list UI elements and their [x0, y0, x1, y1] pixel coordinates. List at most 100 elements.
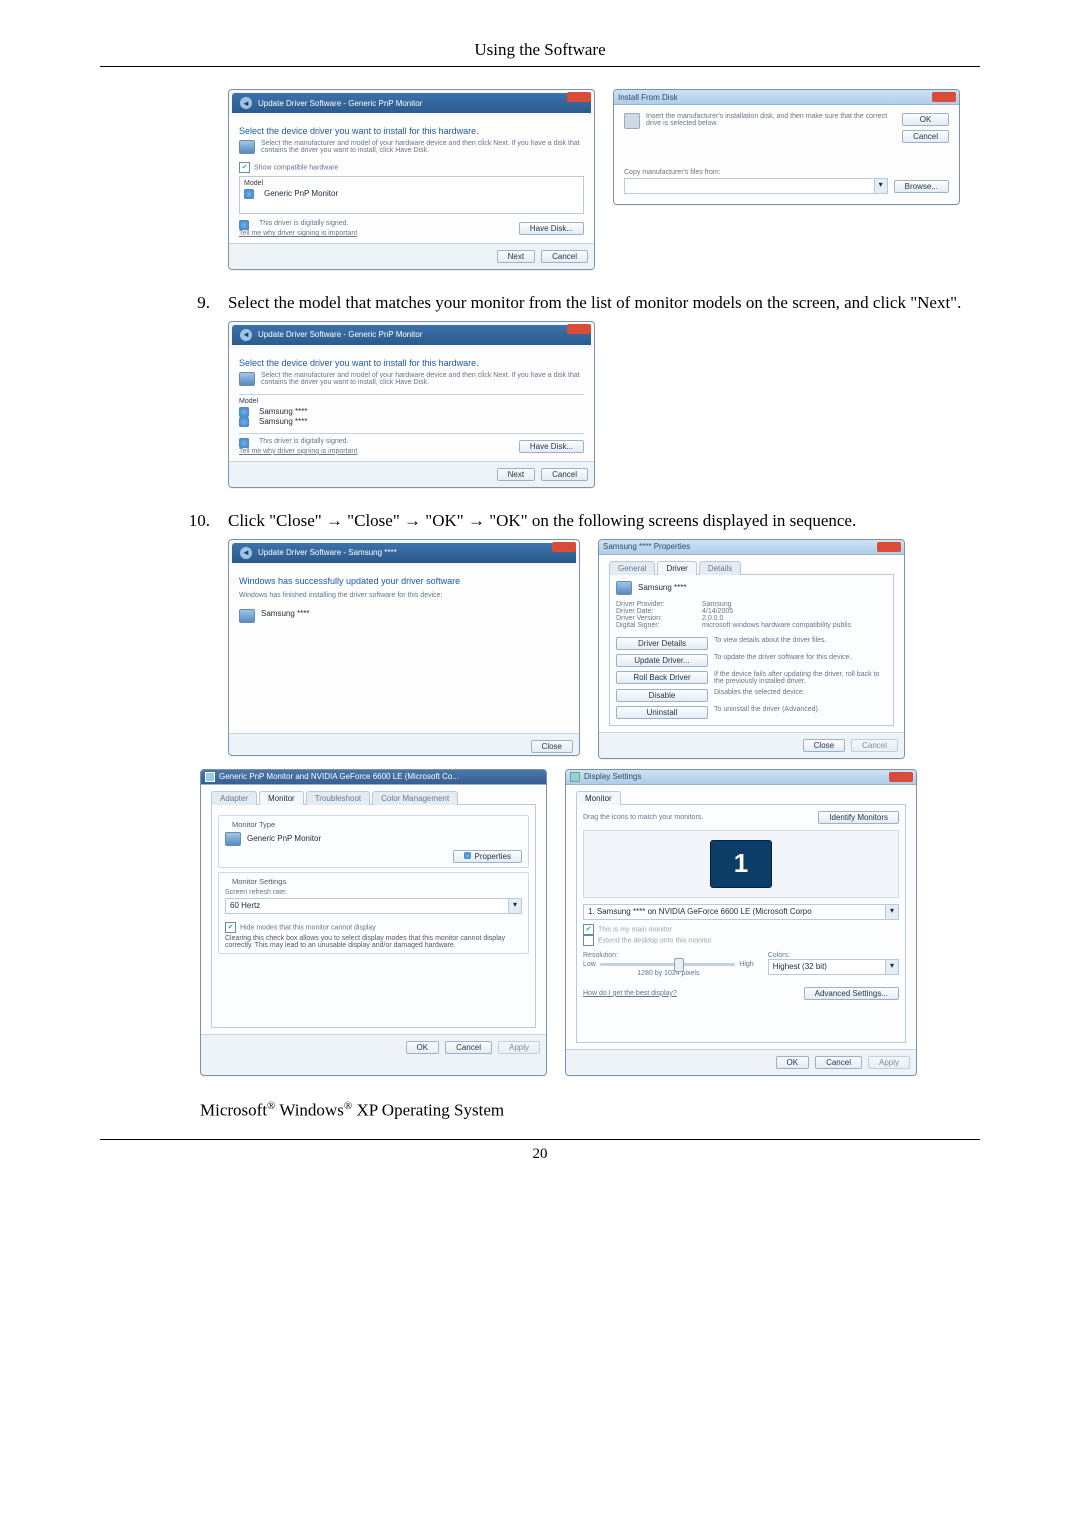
close-icon[interactable]: [567, 324, 591, 334]
val-provider: Samsung: [702, 601, 732, 608]
shield-icon: [239, 220, 249, 230]
close-icon[interactable]: [889, 772, 913, 782]
dropdown-icon[interactable]: ▾: [886, 959, 899, 975]
res-low: Low: [583, 961, 596, 968]
uninstall-desc: To uninstall the driver (Advanced).: [714, 706, 887, 713]
lbl-version: Driver Version:: [616, 615, 696, 622]
device-name: Samsung ****: [638, 583, 686, 592]
monitor-name: Generic PnP Monitor: [247, 834, 321, 843]
model-item[interactable]: Samsung ****: [259, 417, 307, 426]
step-text: Select the model that matches your monit…: [228, 292, 980, 315]
ok-button[interactable]: OK: [776, 1056, 810, 1069]
hide-modes-checkbox[interactable]: [225, 922, 236, 933]
section-title: Select the device driver you want to ins…: [239, 126, 584, 136]
tab-general[interactable]: General: [609, 561, 655, 575]
disable-desc: Disables the selected device.: [714, 689, 887, 696]
next-button[interactable]: Next: [497, 468, 535, 481]
properties-button[interactable]: Properties: [453, 850, 522, 863]
disk-icon: [624, 113, 640, 129]
close-icon[interactable]: [932, 92, 956, 102]
ok-button[interactable]: OK: [406, 1041, 440, 1054]
main-monitor-checkbox: [583, 924, 594, 935]
shield-icon: [244, 189, 254, 199]
driver-details-button[interactable]: Driver Details: [616, 637, 708, 650]
monitor-icon: [616, 581, 632, 595]
shield-icon: [239, 438, 249, 448]
identify-monitors-button[interactable]: Identify Monitors: [818, 811, 899, 824]
monitor-icon-1[interactable]: 1: [710, 840, 772, 888]
page-header: Using the Software: [100, 40, 980, 60]
titlebar: Generic PnP Monitor and NVIDIA GeForce 6…: [201, 770, 546, 785]
lbl-refresh: Screen refresh rate:: [225, 889, 522, 896]
refresh-rate-select[interactable]: 60 Hertz: [225, 898, 509, 914]
lbl-resolution: Resolution:: [583, 952, 754, 959]
extend-desktop-checkbox: [583, 935, 594, 946]
close-button[interactable]: Close: [531, 740, 573, 753]
why-signing-link[interactable]: Tell me why driver signing is important: [239, 448, 357, 455]
model-item[interactable]: Samsung ****: [259, 407, 307, 416]
main-monitor-label: This is my main monitor: [598, 926, 672, 933]
have-disk-button[interactable]: Have Disk...: [519, 222, 584, 235]
model-item[interactable]: Generic PnP Monitor: [264, 189, 338, 198]
close-icon[interactable]: [877, 542, 901, 552]
page-number: 20: [100, 1146, 980, 1163]
copy-path-input[interactable]: [624, 178, 875, 194]
advanced-settings-button[interactable]: Advanced Settings...: [804, 987, 899, 1000]
back-icon[interactable]: ◄: [240, 329, 252, 341]
step-text: Click "Close" → "Close" → "OK" → "OK" on…: [228, 510, 980, 533]
dropdown-icon[interactable]: ▾: [886, 904, 899, 920]
tab-monitor[interactable]: Monitor: [576, 791, 621, 805]
cancel-button[interactable]: Cancel: [541, 468, 588, 481]
os-heading: Microsoft® Windows® XP Operating System: [200, 1100, 980, 1121]
have-disk-button[interactable]: Have Disk...: [519, 440, 584, 453]
why-signing-link[interactable]: Tell me why driver signing is important: [239, 230, 357, 237]
tab-adapter[interactable]: Adapter: [211, 791, 257, 805]
titlebar: Display Settings: [566, 770, 916, 785]
hint-text: Insert the manufacturer's installation d…: [646, 113, 896, 127]
shield-icon: [464, 852, 471, 859]
win-update-success: ◄ Update Driver Software - Samsung **** …: [228, 539, 580, 756]
breadcrumb: Update Driver Software - Samsung ****: [258, 548, 397, 557]
dropdown-icon[interactable]: ▾: [509, 898, 522, 914]
tab-driver[interactable]: Driver: [657, 561, 696, 575]
group-monitor-settings: Monitor Settings: [229, 877, 289, 886]
uninstall-button[interactable]: Uninstall: [616, 706, 708, 719]
ok-button[interactable]: OK: [902, 113, 949, 126]
update-driver-button[interactable]: Update Driver...: [616, 654, 708, 667]
close-icon[interactable]: [552, 542, 576, 552]
tab-monitor[interactable]: Monitor: [259, 791, 304, 805]
dropdown-icon[interactable]: ▾: [875, 178, 888, 194]
lbl-colors: Colors:: [768, 952, 899, 959]
show-compat-checkbox[interactable]: [239, 162, 250, 173]
success-title: Windows has successfully updated your dr…: [239, 576, 569, 586]
win-update-driver-2: ◄ Update Driver Software - Generic PnP M…: [228, 321, 595, 488]
breadcrumb: Update Driver Software - Generic PnP Mon…: [258, 330, 422, 339]
back-icon[interactable]: ◄: [240, 97, 252, 109]
section-title: Select the device driver you want to ins…: [239, 358, 584, 368]
tab-color-management[interactable]: Color Management: [372, 791, 458, 805]
win-install-from-disk: Install From Disk Insert the manufacture…: [613, 89, 960, 205]
res-high: High: [739, 961, 753, 968]
monitor-select[interactable]: 1. Samsung **** on NVIDIA GeForce 6600 L…: [583, 904, 886, 920]
cancel-button[interactable]: Cancel: [815, 1056, 862, 1069]
rollback-driver-button[interactable]: Roll Back Driver: [616, 671, 708, 684]
browse-button[interactable]: Browse...: [894, 180, 949, 193]
val-signer: microsoft windows hardware compatibility…: [702, 622, 851, 629]
monitor-icon: [239, 140, 255, 154]
colors-select[interactable]: Highest (32 bit): [768, 959, 886, 975]
hint-text: Select the manufacturer and model of you…: [261, 140, 584, 154]
tab-details[interactable]: Details: [699, 561, 741, 575]
win-display-settings: Display Settings Monitor Drag the icons …: [565, 769, 917, 1076]
next-button[interactable]: Next: [497, 250, 535, 263]
lbl-signer: Digital Signer:: [616, 622, 696, 629]
cancel-button[interactable]: Cancel: [902, 130, 949, 143]
disable-button[interactable]: Disable: [616, 689, 708, 702]
close-icon[interactable]: [567, 92, 591, 102]
cancel-button[interactable]: Cancel: [445, 1041, 492, 1054]
resolution-slider[interactable]: [600, 963, 735, 966]
close-button[interactable]: Close: [803, 739, 845, 752]
cancel-button[interactable]: Cancel: [541, 250, 588, 263]
tab-troubleshoot[interactable]: Troubleshoot: [306, 791, 370, 805]
best-display-link[interactable]: How do I get the best display?: [583, 990, 677, 997]
monitor-arrangement-area[interactable]: 1: [583, 830, 899, 898]
